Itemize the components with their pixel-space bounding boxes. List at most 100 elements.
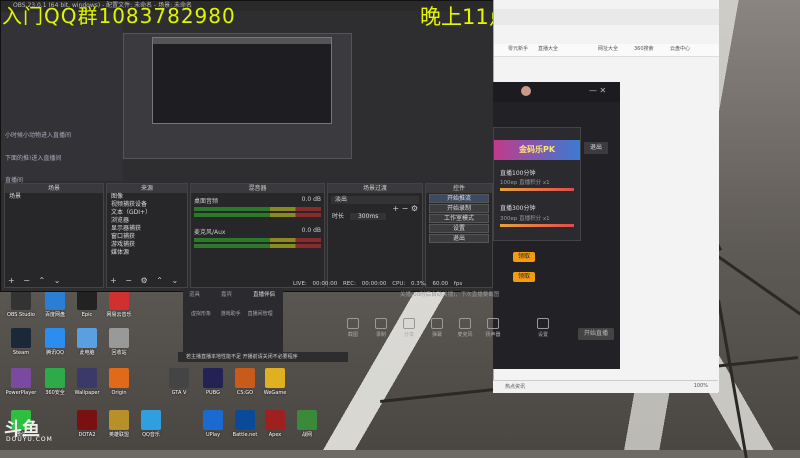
app-icon (11, 368, 31, 388)
cpu-usage: CPU: 0.3%, 60.00 fps (392, 281, 463, 287)
zoom-level[interactable]: 100% (694, 383, 708, 389)
share-tool[interactable]: 分享 (396, 318, 422, 338)
preview-nested-titlebar (153, 38, 331, 44)
record-tool[interactable]: 录制 (368, 318, 394, 338)
tool-label: 弹幕 (431, 332, 442, 338)
start-streaming-button[interactable]: 开始推流 (429, 194, 489, 203)
volume-meter[interactable] (194, 238, 321, 242)
source-item[interactable]: 游戏捕获 (107, 241, 187, 249)
tool-label: 设置 (537, 332, 548, 338)
tab-live-companion[interactable]: 直播伴侣 (253, 290, 275, 298)
source-item[interactable]: 显示器捕获 (107, 225, 187, 233)
desktop-icon[interactable]: Origin (102, 368, 136, 396)
desktop-icon[interactable]: Wallpaper (70, 368, 104, 396)
desktop-icon-label: CS:GO (236, 390, 254, 396)
desktop-icon[interactable]: QQ音乐 (134, 410, 168, 438)
desktop-icon[interactable]: 网易云音乐 (102, 290, 136, 318)
tab-props[interactable]: 道具 (189, 290, 200, 298)
tab-guests[interactable]: 嘉宾 (221, 290, 232, 298)
exit-button[interactable]: 退出 (584, 142, 608, 154)
receive-button[interactable]: 领取 (513, 272, 535, 282)
danmaku-icon (431, 318, 443, 329)
desktop-icon-label: GTA V (171, 390, 187, 396)
settings-tool[interactable]: 设置 (530, 318, 556, 338)
source-item[interactable]: 文本（GDI+） (107, 209, 187, 217)
avatar[interactable] (521, 86, 531, 96)
app-icon (109, 290, 129, 310)
volume-meter[interactable] (194, 244, 321, 248)
window-controls[interactable]: — ✕ (589, 86, 606, 95)
desktop-icon[interactable]: PUBG (196, 368, 230, 396)
source-item[interactable]: 浏览器 (107, 217, 187, 225)
app-icon (77, 368, 97, 388)
speaker-tool[interactable]: 扬声器 (480, 318, 506, 338)
desktop-icon[interactable]: Apex (258, 410, 292, 438)
desktop-icon[interactable]: Steam (4, 328, 38, 356)
desktop-icon[interactable]: 战网 (290, 410, 324, 438)
news-link[interactable]: 热点资讯 (505, 383, 525, 390)
bookmark[interactable]: 直播大全 (538, 45, 558, 52)
desktop-icon[interactable]: PowerPlayer (4, 368, 38, 396)
obs-preview[interactable] (123, 33, 352, 159)
bookmark[interactable]: 零元新手 (508, 45, 528, 52)
douyu-mid-panel: 道具 嘉宾 直播伴侣 虚拟形象 游戏助手 直播间管理 (183, 288, 283, 358)
browser-tab-strip[interactable] (494, 9, 719, 25)
pk-banner[interactable]: 金码乐PK (494, 140, 580, 160)
desktop-icon[interactable]: 腾讯QQ (38, 328, 72, 356)
transition-controls[interactable]: + − ⚙ (328, 204, 422, 213)
desktop-icon[interactable]: Epic (70, 290, 104, 318)
side-link[interactable]: 下面的推!进入直播间 (5, 153, 61, 162)
side-link[interactable]: 小时候小动物进入直播间 (5, 130, 71, 139)
desktop-icon[interactable]: Battle.net (228, 410, 262, 438)
scene-controls[interactable]: + − ⌃ ⌄ (8, 276, 63, 285)
bookmark[interactable]: 360搜索 (634, 45, 654, 52)
desktop-icon-label: 回收站 (111, 350, 127, 356)
settings-button[interactable]: 设置 (429, 224, 489, 233)
source-item[interactable]: 媒体源 (107, 249, 187, 257)
desktop-icon-label: Wallpaper (74, 390, 100, 396)
desktop-icon[interactable]: OBS Studio (4, 290, 38, 318)
tool-room-manage[interactable]: 直播间管理 (246, 310, 274, 317)
desktop-icon[interactable]: GTA V (162, 368, 196, 396)
screenshot-tool[interactable]: 截图 (340, 318, 366, 338)
desktop-icon-label: 网易云音乐 (106, 312, 132, 318)
desktop-icon[interactable]: 回收站 (102, 328, 136, 356)
source-item[interactable]: 窗口捕获 (107, 233, 187, 241)
scene-item[interactable]: 场景 (5, 193, 103, 201)
tool-avatar[interactable]: 虚拟形象 (187, 310, 215, 317)
bookmark[interactable]: 网址大全 (598, 45, 618, 52)
desktop-icon-label: Battle.net (232, 432, 258, 438)
desktop-icon[interactable]: 此电脑 (70, 328, 104, 356)
duration-input[interactable]: 300ms (349, 213, 387, 220)
app-icon (77, 328, 97, 348)
exit-button[interactable]: 退出 (429, 234, 489, 243)
start-live-button[interactable]: 开始直播 (578, 328, 614, 340)
start-recording-button[interactable]: 开始录制 (429, 204, 489, 213)
source-controls[interactable]: + − ⚙ ⌃ ⌄ (110, 276, 181, 285)
volume-meter[interactable] (194, 207, 321, 211)
desktop-icon[interactable]: 英雄联盟 (102, 410, 136, 438)
desktop-icon-label: 英雄联盟 (108, 432, 129, 438)
danmaku-tool[interactable]: 弹幕 (424, 318, 450, 338)
desktop-icon[interactable]: 百度网盘 (38, 290, 72, 318)
desktop-icon[interactable]: WeGame (258, 368, 292, 396)
desktop-icon[interactable]: DOTA2 (70, 410, 104, 438)
mic-tool[interactable]: 麦克风 (452, 318, 478, 338)
source-item[interactable]: 视频捕获设备 (107, 201, 187, 209)
volume-meter[interactable] (194, 213, 321, 217)
transition-select[interactable]: 淡出 (331, 196, 419, 204)
transitions-dock: 场景过渡 淡出 + − ⚙ 时长 300ms (327, 183, 423, 288)
task-progress (500, 224, 574, 227)
source-item[interactable]: 图像 (107, 193, 187, 201)
desktop-icon[interactable]: CS:GO (228, 368, 262, 396)
bookmark[interactable]: 云盘中心 (670, 45, 690, 52)
receive-button[interactable]: 领取 (513, 252, 535, 262)
preview-nested-window (152, 37, 332, 124)
desktop-icon-label: WeGame (263, 390, 287, 396)
desktop-icon[interactable]: UPlay (196, 410, 230, 438)
gear-icon (537, 318, 549, 329)
desktop-icon[interactable]: 360安全 (38, 368, 72, 396)
tool-game-helper[interactable]: 游戏助手 (217, 310, 245, 317)
studio-mode-button[interactable]: 工作室模式 (429, 214, 489, 223)
app-icon (45, 368, 65, 388)
